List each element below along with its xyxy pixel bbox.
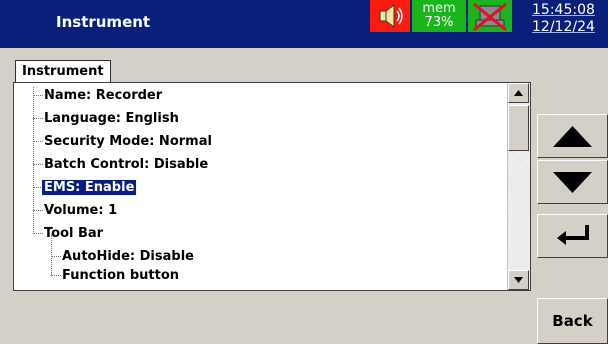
speaker-icon	[379, 4, 403, 28]
clock: 15:45:08 12/12/24	[532, 2, 595, 36]
tree-panel: Name: Recorder Language: English Securit…	[13, 82, 531, 291]
tree-item-volume[interactable]: Volume: 1	[42, 199, 119, 222]
back-button[interactable]: Back	[537, 298, 608, 344]
tree-item-label: Function button	[62, 268, 180, 283]
tree-item-label: Security Mode: Normal	[44, 134, 212, 149]
tree-item-function-button[interactable]: Function button	[60, 264, 181, 287]
tree-item-ems[interactable]: EMS: Enable	[40, 176, 138, 199]
tree-item-label: Name: Recorder	[44, 88, 163, 103]
network-status[interactable]	[468, 0, 512, 32]
tree-item-batch-control[interactable]: Batch Control: Disable	[42, 153, 210, 176]
scroll-down-icon	[514, 277, 523, 283]
memory-indicator: mem 73%	[412, 0, 466, 32]
tree-item-name[interactable]: Name: Recorder	[42, 84, 164, 107]
page-title: Instrument	[56, 13, 151, 31]
memory-label: mem	[422, 1, 456, 16]
tree-connector	[33, 87, 34, 234]
scroll-thumb[interactable]	[508, 105, 529, 151]
tree-item-label: AutoHide: Disable	[62, 249, 194, 264]
memory-value: 73%	[424, 15, 454, 30]
enter-button[interactable]	[537, 214, 608, 258]
up-arrow-icon	[553, 126, 592, 147]
scroll-up-icon	[514, 90, 523, 96]
tree-item-label: EMS: Enable	[40, 179, 138, 196]
tree-item-label: Language: English	[44, 111, 179, 126]
clock-date: 12/12/24	[532, 19, 595, 35]
up-button[interactable]	[537, 114, 608, 158]
clock-time: 15:45:08	[532, 2, 595, 18]
tree-item-tool-bar[interactable]: Tool Bar	[42, 222, 105, 245]
network-disconnected-icon	[473, 2, 507, 32]
tree-item-language[interactable]: Language: English	[42, 107, 181, 130]
title-bar: Instrument mem 73% 15:45:08 12/12/24	[0, 0, 608, 48]
down-button[interactable]	[537, 160, 608, 204]
tree-item-security-mode[interactable]: Security Mode: Normal	[42, 130, 214, 153]
speaker-button[interactable]	[370, 0, 410, 32]
tree-item-label: Batch Control: Disable	[44, 157, 209, 172]
down-arrow-icon	[553, 172, 592, 193]
settings-tree[interactable]: Name: Recorder Language: English Securit…	[14, 83, 507, 290]
scroll-down-button[interactable]	[508, 270, 529, 290]
vertical-scrollbar[interactable]	[507, 83, 530, 290]
tree-item-label: Tool Bar	[44, 226, 104, 241]
enter-icon	[557, 225, 589, 245]
tab-instrument[interactable]: Instrument	[15, 60, 111, 82]
tree-item-label: Volume: 1	[44, 203, 118, 218]
scroll-up-button[interactable]	[508, 83, 529, 103]
